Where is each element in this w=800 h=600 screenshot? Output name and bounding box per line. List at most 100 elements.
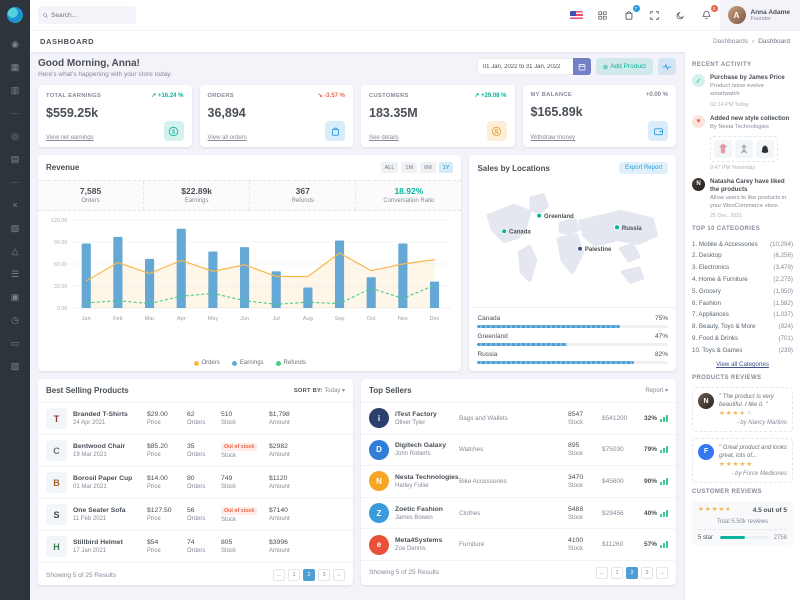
add-product-button[interactable]: ⊕ Add Product	[596, 58, 653, 75]
stat-link[interactable]: View all orders	[208, 135, 247, 141]
svg-text:0.00: 0.00	[57, 306, 67, 312]
app-logo-icon[interactable]	[7, 7, 23, 23]
overall-score: 4.5 out of 5	[753, 507, 787, 514]
shirt-thumb[interactable]	[714, 140, 732, 158]
menu-more2-icon[interactable]: ⋯	[11, 171, 20, 194]
seller-company[interactable]: Digitech Galaxy	[395, 442, 459, 449]
seller-row[interactable]: N Nesta TechnologiesHarley Fuller Bike A…	[361, 465, 676, 497]
product-name[interactable]: Stillbird Helmet	[73, 539, 147, 546]
range-all-button[interactable]: ALL	[381, 162, 399, 173]
activity-item[interactable]: ✓ Purchase by James Price Product noise …	[692, 74, 793, 108]
apps-icon[interactable]: ▦	[11, 56, 20, 79]
category-row[interactable]: 3. Electronics(3,479)	[692, 262, 793, 274]
timeline-icon[interactable]: ◷	[11, 309, 19, 332]
category-row[interactable]: 4. Home & Furniture(2,275)	[692, 274, 793, 286]
stat-link[interactable]: View net earnings	[46, 135, 94, 141]
category-row[interactable]: 1. Mobile & Accessories(10,294)	[692, 238, 793, 250]
bag-thumb[interactable]	[756, 140, 774, 158]
marker-palestine[interactable]: Palestine	[585, 247, 612, 253]
page-next-button[interactable]: →	[656, 567, 668, 579]
calendar-button[interactable]	[573, 58, 591, 75]
maps-icon[interactable]: ▨	[11, 355, 20, 378]
camera-tripod-thumb[interactable]	[735, 140, 753, 158]
auth-icon[interactable]: ◎	[11, 125, 19, 148]
page-next-button[interactable]: →	[333, 569, 345, 581]
marker-greenland[interactable]: Greenland	[545, 214, 575, 220]
page-2-button[interactable]: 2	[626, 567, 638, 579]
star-rating: ★★★★★★★★★★	[719, 462, 753, 469]
language-flag-icon[interactable]	[570, 8, 584, 22]
seller-row[interactable]: e Meta4SystemsZoe Dennis Furniture 4100S…	[361, 528, 676, 560]
user-name: Anna Adame	[751, 9, 791, 16]
tables-icon[interactable]: ▣	[11, 286, 20, 309]
range-1y-button[interactable]: 1Y	[439, 162, 454, 173]
page-title: DASHBOARD	[40, 37, 94, 46]
category-row[interactable]: 7. Appliances(1,037)	[692, 309, 793, 321]
range-6m-button[interactable]: 6M	[420, 162, 436, 173]
activity-pulse-button[interactable]	[658, 58, 676, 75]
category-row[interactable]: 6. Fashion(1,582)	[692, 297, 793, 309]
product-name[interactable]: One Seater Sofa	[73, 507, 147, 514]
activity-item[interactable]: ♥ Added new style collection By Nesta Te…	[692, 115, 793, 171]
category-row[interactable]: 10. Toys & Games(239)	[692, 344, 793, 356]
breadcrumb-root[interactable]: Dashboards	[713, 38, 748, 45]
business-icon[interactable]: ▧	[11, 217, 20, 240]
components-icon[interactable]: ×	[12, 194, 17, 217]
product-row[interactable]: C Bentwood Chair19 Mar 2021 $85.20Price …	[38, 434, 353, 466]
view-all-categories-link[interactable]: View all Categories	[692, 361, 793, 368]
product-name[interactable]: Bentwood Chair	[73, 443, 147, 450]
range-1m-button[interactable]: 1M	[401, 162, 417, 173]
seller-company[interactable]: iTest Factory	[395, 411, 459, 418]
export-report-button[interactable]: Export Report	[619, 162, 668, 174]
product-row[interactable]: T Branded T-Shirts24 Apr 2021 $29.00Pric…	[38, 402, 353, 434]
notifications-bell-icon[interactable]: 3	[700, 8, 714, 22]
page-1-button[interactable]: 1	[611, 567, 623, 579]
category-row[interactable]: 9. Food & Drinks(701)	[692, 333, 793, 345]
page-2-button[interactable]: 2	[303, 569, 315, 581]
product-row[interactable]: B Borosil Paper Cup01 Mar 2021 $14.00Pri…	[38, 466, 353, 498]
stat-link[interactable]: See details	[369, 135, 399, 141]
fullscreen-icon[interactable]	[648, 8, 662, 22]
seller-row[interactable]: Z Zoetic FashionJames Bowen Clothes 5488…	[361, 497, 676, 529]
page-prev-button[interactable]: ←	[273, 569, 285, 581]
seller-company[interactable]: Nesta Technologies	[395, 474, 459, 481]
page-3-button[interactable]: 3	[641, 567, 653, 579]
product-row[interactable]: S One Seater Sofa11 Feb 2021 $127.50Pric…	[38, 498, 353, 530]
activity-item[interactable]: N Natasha Carey have liked the products …	[692, 178, 793, 220]
page-1-button[interactable]: 1	[288, 569, 300, 581]
cart-icon[interactable]: 7	[622, 8, 636, 22]
category-row[interactable]: 2. Desktop(6,256)	[692, 250, 793, 262]
widgets-icon[interactable]: ▭	[11, 332, 20, 355]
category-row[interactable]: 5. Grocery(1,950)	[692, 285, 793, 297]
page-3-button[interactable]: 3	[318, 569, 330, 581]
sellers-report-dropdown[interactable]: Report ▾	[645, 387, 668, 394]
apps-grid-icon[interactable]	[596, 8, 610, 22]
invoices-icon[interactable]: ☰	[11, 263, 19, 286]
layouts-icon[interactable]: ▥	[11, 79, 20, 102]
seller-company[interactable]: Zoetic Fashion	[395, 506, 459, 513]
seller-company[interactable]: Meta4Systems	[395, 537, 459, 544]
page-prev-button[interactable]: ←	[596, 567, 608, 579]
dashboards-icon[interactable]: ◉	[11, 33, 19, 56]
search-input[interactable]	[51, 12, 131, 19]
product-row[interactable]: H Stillbird Helmet17 Jan 2021 $54Price 7…	[38, 530, 353, 562]
dark-mode-moon-icon[interactable]	[674, 8, 688, 22]
review-card[interactable]: F " Great product and looks great, lots …	[692, 438, 793, 483]
user-menu[interactable]: A Anna Adame Founder	[720, 0, 800, 30]
seller-row[interactable]: i iTest FactoryOliver Tyler Bags and Wal…	[361, 402, 676, 434]
marker-russia[interactable]: Russia	[622, 226, 642, 232]
stat-link[interactable]: Withdraw money	[531, 135, 576, 141]
products-sort-dropdown[interactable]: SORT BY: Today ▾	[294, 387, 345, 394]
marker-canada[interactable]: Canada	[509, 230, 531, 236]
product-name[interactable]: Borosil Paper Cup	[73, 475, 147, 482]
pages-icon[interactable]: ▤	[11, 148, 20, 171]
lab-icon[interactable]: △	[12, 240, 19, 263]
category-row[interactable]: 8. Beauty, Toys & More(924)	[692, 321, 793, 333]
review-card[interactable]: N " The product is very beautiful. I lik…	[692, 387, 793, 432]
date-range-input[interactable]	[477, 58, 573, 75]
seller-row[interactable]: D Digitech GalaxyJohn Roberts Watches 89…	[361, 434, 676, 466]
menu-more-icon[interactable]: ⋯	[11, 102, 20, 125]
global-search[interactable]	[38, 6, 136, 24]
substat-orders-value: 7,585	[38, 186, 143, 196]
product-name[interactable]: Branded T-Shirts	[73, 411, 147, 418]
